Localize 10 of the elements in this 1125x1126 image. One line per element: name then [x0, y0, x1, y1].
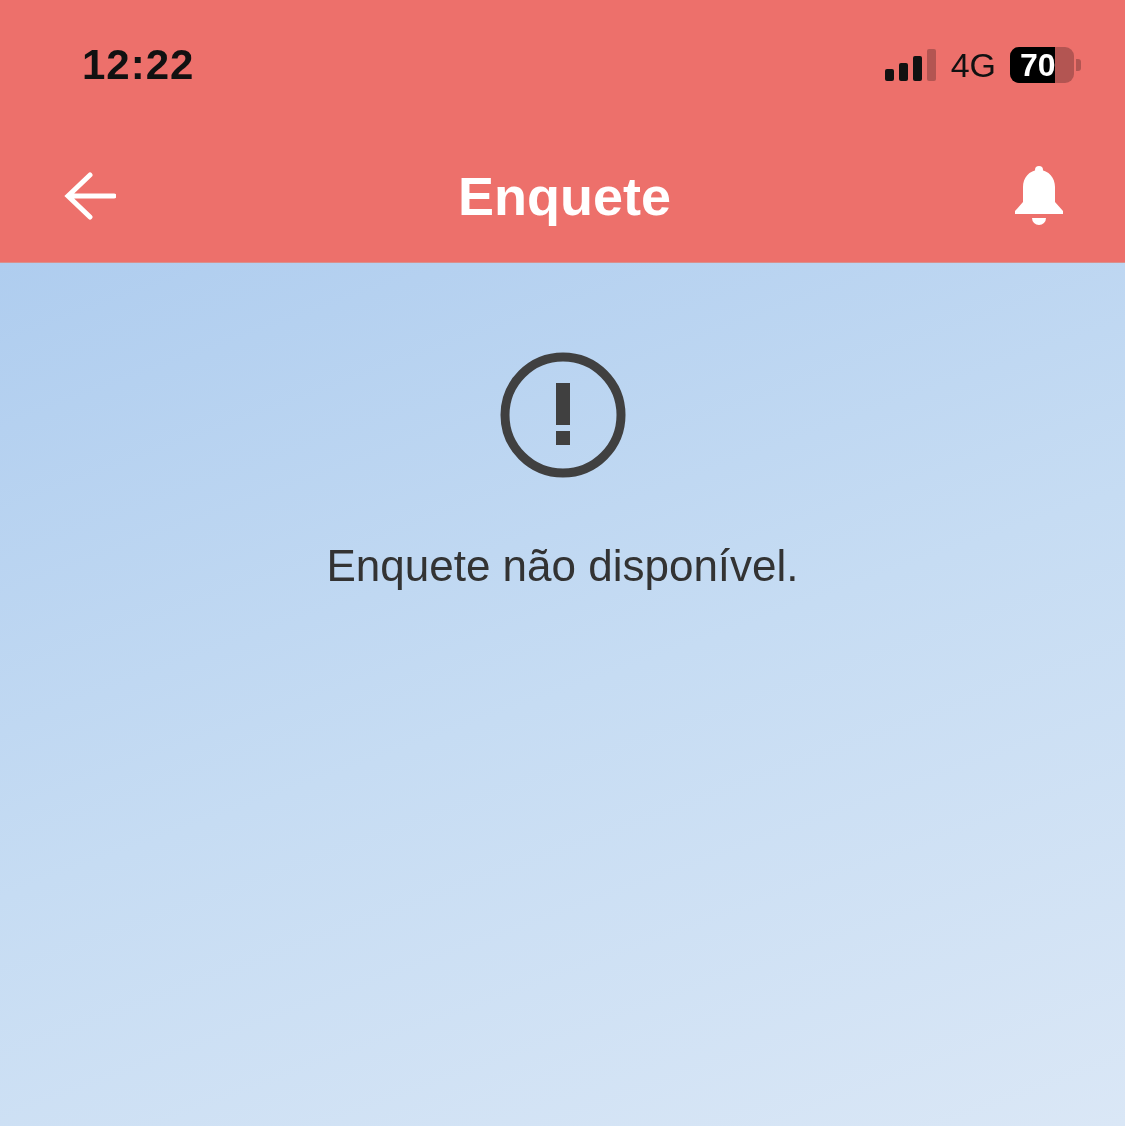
screen-title: Enquete [458, 165, 671, 227]
back-button[interactable] [64, 172, 116, 220]
alert-icon [498, 351, 627, 479]
unavailable-message: Enquete não disponível. [326, 541, 799, 591]
notifications-button[interactable] [1013, 166, 1065, 226]
back-arrow-icon [64, 172, 116, 220]
signal-icon [884, 49, 937, 81]
network-label: 4G [950, 45, 996, 85]
bell-icon [1013, 166, 1065, 226]
status-time: 12:22 [82, 41, 195, 89]
